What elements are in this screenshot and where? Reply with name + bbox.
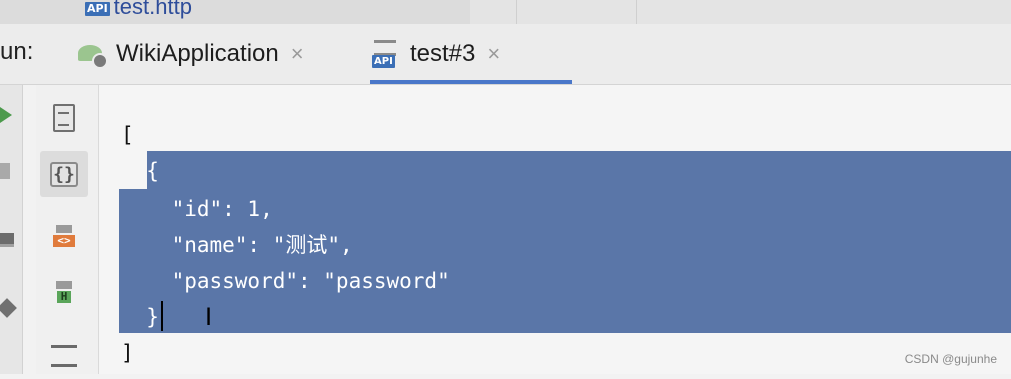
file-tab-test-http[interactable]: API test.http <box>0 0 470 26</box>
run-tool-window-header: un: WikiApplication × API test#3 × <box>0 24 1011 85</box>
close-icon[interactable]: × <box>487 41 500 67</box>
json-braces-icon: {} <box>50 161 78 187</box>
tab-label: test#3 <box>410 40 476 67</box>
json-response-code: [ { "id": 1, "name": "测试", "password": "… <box>99 85 450 365</box>
response-body-editor[interactable]: [ { "id": 1, "name": "测试", "password": "… <box>99 85 1011 374</box>
document-icon <box>53 104 75 132</box>
tab-test-3[interactable]: API test#3 × <box>370 24 572 84</box>
html-icon: <> <box>53 225 75 247</box>
strip-divider <box>516 0 517 24</box>
view-text-button[interactable] <box>40 95 88 141</box>
run-label: un: <box>0 38 34 65</box>
soft-wrap-icon <box>51 345 77 367</box>
view-headers-button[interactable]: H <box>40 269 88 315</box>
code-line: "password": "password" <box>121 269 450 293</box>
rerun-icon[interactable] <box>0 107 12 123</box>
pin-icon[interactable] <box>0 298 17 318</box>
strip-divider <box>636 0 637 24</box>
tab-wikiapplication[interactable]: WikiApplication × <box>78 24 304 84</box>
editor-file-strip: API test.http <box>0 0 1011 26</box>
response-view-toolbar: {} <> H <box>36 85 99 374</box>
view-json-button[interactable]: {} <box>40 151 88 197</box>
spring-boot-icon <box>78 41 108 69</box>
file-tab-label: test.http <box>113 0 192 19</box>
code-line: ] <box>121 341 134 365</box>
run-actions-gutter <box>0 85 23 374</box>
text-selection <box>147 151 1011 189</box>
api-request-icon: API <box>372 38 402 70</box>
tab-label: WikiApplication <box>116 40 279 67</box>
code-line: "name": "测试", <box>121 233 353 257</box>
headers-icon: H <box>56 281 72 303</box>
mouse-ibeam-cursor: I <box>205 303 213 331</box>
code-line: } <box>121 305 159 329</box>
layout-icon[interactable] <box>0 233 14 247</box>
view-html-button[interactable]: <> <box>40 213 88 259</box>
stop-icon[interactable] <box>0 163 10 179</box>
code-line: "id": 1, <box>121 197 273 221</box>
soft-wrap-button[interactable] <box>40 333 88 379</box>
close-icon[interactable]: × <box>291 41 304 67</box>
api-file-icon: API <box>85 2 110 16</box>
watermark: CSDN @gujunhe <box>904 352 997 366</box>
code-line: { <box>121 159 159 183</box>
code-line: [ <box>121 123 134 147</box>
text-caret <box>161 301 163 331</box>
